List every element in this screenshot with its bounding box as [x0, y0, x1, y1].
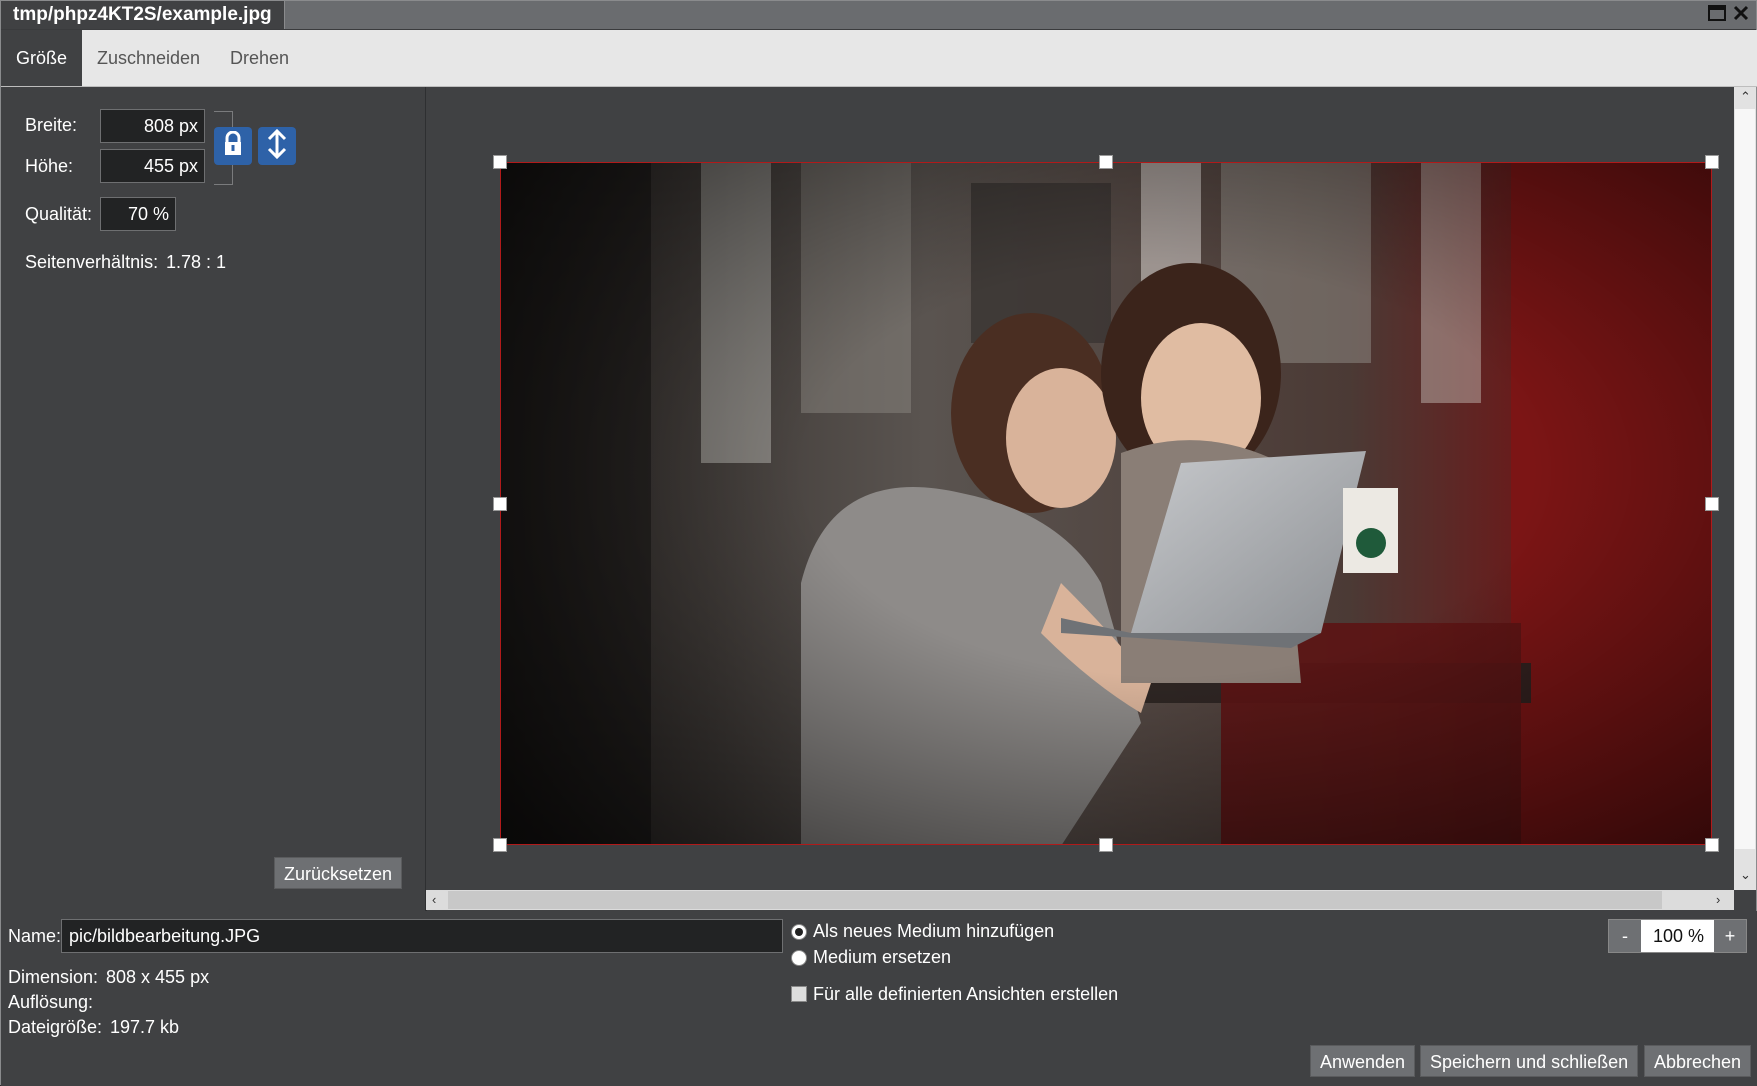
- apply-button[interactable]: Anwenden: [1310, 1045, 1416, 1077]
- image-canvas: [426, 87, 1734, 890]
- scroll-left-icon[interactable]: ‹: [432, 892, 436, 907]
- dimension-value: 808 x 455 px: [106, 967, 210, 987]
- scroll-down-icon[interactable]: ⌄: [1740, 867, 1751, 883]
- cancel-button[interactable]: Abbrechen: [1644, 1045, 1752, 1077]
- height-label: Höhe:: [25, 156, 74, 176]
- resize-handle-bottom[interactable]: [1099, 838, 1113, 852]
- replace-medium-label[interactable]: Medium ersetzen: [813, 947, 951, 968]
- filesize-label: Dateigröße:: [8, 1017, 103, 1037]
- all-views-checkbox[interactable]: [791, 986, 807, 1002]
- tab-drehen[interactable]: Drehen: [215, 30, 304, 86]
- quality-input[interactable]: 70 %: [100, 197, 176, 231]
- replace-medium-radio[interactable]: [791, 950, 807, 966]
- image-editor-window: tmp/phpz4KT2S/example.jpg Größe Zuschnei…: [0, 0, 1757, 1086]
- resize-vertical-button[interactable]: [258, 127, 296, 165]
- all-views-label[interactable]: Für alle definierten Ansichten erstellen: [813, 984, 1118, 1005]
- add-new-medium-radio[interactable]: [791, 924, 807, 940]
- reset-button[interactable]: Zurücksetzen: [274, 857, 403, 889]
- width-label: Breite:: [25, 115, 78, 135]
- scroll-right-icon[interactable]: ›: [1716, 892, 1720, 907]
- tab-bar: Größe Zuschneiden Drehen: [1, 30, 1757, 87]
- lock-aspect-button[interactable]: [214, 127, 252, 165]
- resize-handle-bottom-right[interactable]: [1705, 838, 1719, 852]
- resize-handle-left[interactable]: [493, 497, 507, 511]
- zoom-in-button[interactable]: +: [1714, 920, 1746, 952]
- name-input[interactable]: pic/bildbearbeitung.JPG: [61, 919, 783, 953]
- photo-preview[interactable]: [500, 162, 1712, 845]
- aspect-ratio-label: Seitenverhältnis:: [25, 252, 159, 272]
- maximize-icon[interactable]: [1706, 5, 1727, 25]
- aspect-ratio-value: 1.78 : 1: [166, 252, 227, 272]
- resize-handle-top[interactable]: [1099, 155, 1113, 169]
- title-bar: tmp/phpz4KT2S/example.jpg: [1, 1, 1756, 30]
- add-new-medium-label[interactable]: Als neues Medium hinzufügen: [813, 921, 1054, 942]
- width-input[interactable]: 808 px: [100, 109, 205, 143]
- height-input[interactable]: 455 px: [100, 149, 205, 183]
- window-title: tmp/phpz4KT2S/example.jpg: [1, 1, 285, 29]
- save-and-close-button[interactable]: Speichern und schließen: [1420, 1045, 1639, 1077]
- resolution-label: Auflösung:: [8, 992, 94, 1012]
- tab-zuschneiden[interactable]: Zuschneiden: [82, 30, 215, 86]
- lock-icon: [222, 130, 244, 162]
- dimension-label: Dimension:: [8, 967, 99, 987]
- vertical-arrows-icon: [266, 128, 288, 164]
- resize-handle-top-left[interactable]: [493, 155, 507, 169]
- quality-label: Qualität:: [25, 204, 93, 224]
- horizontal-scroll-thumb[interactable]: [448, 891, 1662, 909]
- resize-handle-right[interactable]: [1705, 497, 1719, 511]
- zoom-out-button[interactable]: -: [1609, 920, 1641, 952]
- name-label: Name:: [8, 926, 62, 946]
- vertical-scrollbar[interactable]: ⌃ ⌄: [1734, 87, 1756, 890]
- tab-groesse[interactable]: Größe: [1, 30, 83, 86]
- zoom-value[interactable]: 100 %: [1641, 920, 1716, 952]
- filesize-value: 197.7 kb: [110, 1017, 180, 1037]
- resize-handle-bottom-left[interactable]: [493, 838, 507, 852]
- photo-image: [501, 163, 1711, 844]
- scroll-up-icon[interactable]: ⌃: [1740, 89, 1751, 105]
- resize-handle-top-right[interactable]: [1705, 155, 1719, 169]
- size-panel: Breite: 808 px Höhe: 455 px Qualität: 70…: [2, 87, 427, 911]
- close-icon[interactable]: [1730, 5, 1751, 25]
- horizontal-scrollbar[interactable]: ‹ ›: [426, 890, 1734, 910]
- vertical-scroll-thumb[interactable]: [1735, 109, 1755, 849]
- zoom-control: - 100 % +: [1608, 919, 1747, 953]
- bottom-panel: Name: pic/bildbearbeitung.JPG Dimension:…: [1, 911, 1757, 1086]
